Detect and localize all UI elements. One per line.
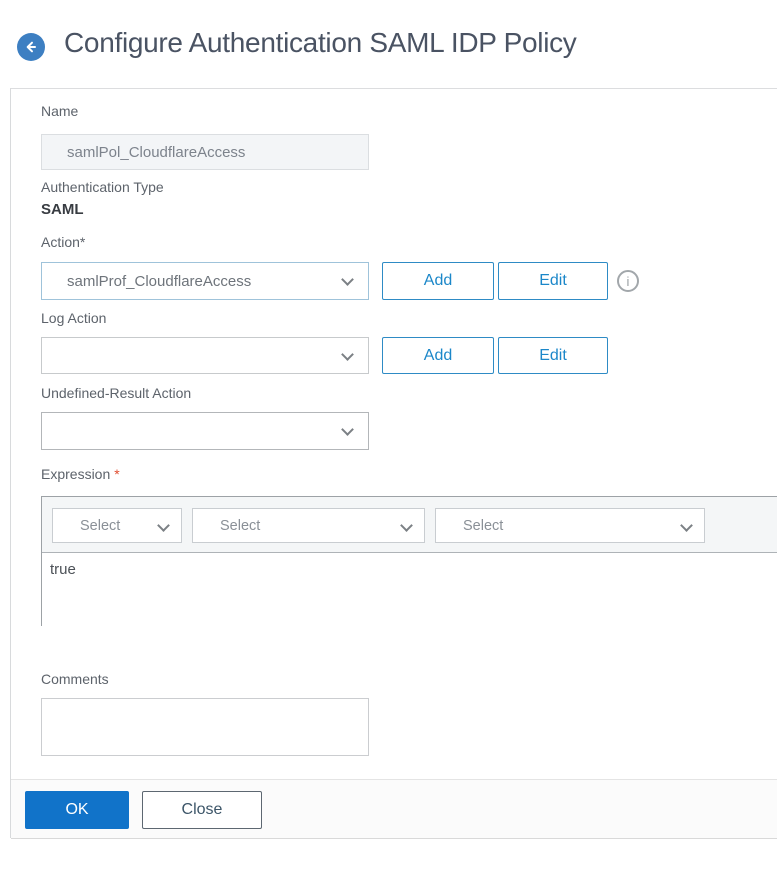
chevron-down-icon: [157, 519, 170, 532]
chevron-down-icon: [341, 348, 354, 361]
chevron-down-icon: [680, 519, 693, 532]
action-select-value: samlProf_CloudflareAccess: [67, 272, 252, 290]
log-action-select[interactable]: [41, 337, 369, 374]
expression-select-1[interactable]: Select: [52, 508, 182, 543]
action-select[interactable]: samlProf_CloudflareAccess: [41, 262, 369, 300]
action-add-button[interactable]: Add: [382, 262, 494, 300]
arrow-left-icon: [23, 39, 39, 55]
log-action-label: Log Action: [41, 310, 107, 326]
authentication-type-value: SAML: [41, 201, 84, 218]
form-panel: Name Authentication Type SAML Action* sa…: [10, 88, 777, 839]
chevron-down-icon: [341, 423, 354, 436]
close-button[interactable]: Close: [142, 791, 262, 829]
expression-select-2[interactable]: Select: [192, 508, 425, 543]
name-label: Name: [41, 103, 79, 119]
undefined-result-action-select[interactable]: [41, 412, 369, 450]
log-action-edit-button[interactable]: Edit: [498, 337, 608, 374]
back-button[interactable]: [17, 33, 45, 61]
log-action-add-button[interactable]: Add: [382, 337, 494, 374]
chevron-down-icon: [341, 273, 354, 286]
comments-input[interactable]: [41, 698, 369, 756]
configure-saml-idp-policy-page: Configure Authentication SAML IDP Policy…: [0, 0, 777, 877]
action-edit-button[interactable]: Edit: [498, 262, 608, 300]
expression-editor: Select Select Select true: [41, 496, 777, 626]
page-title: Configure Authentication SAML IDP Policy: [64, 27, 577, 58]
expression-select-3[interactable]: Select: [435, 508, 705, 543]
action-label: Action*: [41, 234, 86, 250]
chevron-down-icon: [400, 519, 413, 532]
comments-label: Comments: [41, 671, 109, 687]
required-asterisk: *: [114, 466, 120, 482]
footer-bar: OK Close: [11, 779, 777, 839]
expression-toolbar: Select Select Select: [42, 497, 777, 553]
authentication-type-label: Authentication Type: [41, 179, 164, 195]
info-icon[interactable]: [617, 270, 639, 292]
name-input[interactable]: [41, 134, 369, 170]
undefined-result-action-label: Undefined-Result Action: [41, 385, 192, 401]
expression-label: Expression *: [41, 466, 120, 482]
expression-input[interactable]: true: [42, 554, 777, 626]
ok-button[interactable]: OK: [25, 791, 129, 829]
